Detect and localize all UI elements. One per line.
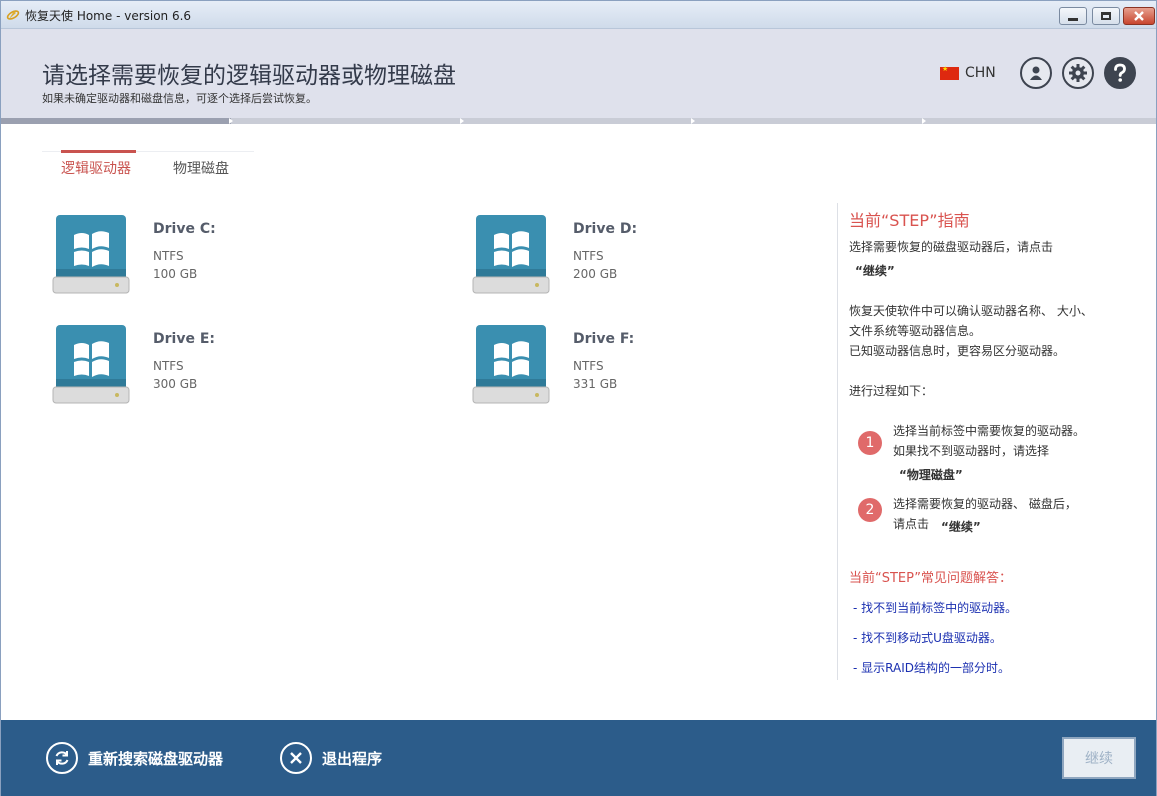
guide-intro-bold: “继续” xyxy=(855,264,895,278)
settings-button[interactable] xyxy=(1062,57,1094,89)
title-bar: 恢复天使 Home - version 6.6 xyxy=(1,1,1156,29)
faq-title: 当前“STEP”常见问题解答： xyxy=(849,571,1012,586)
user-icon xyxy=(1030,66,1042,80)
close-circle-icon xyxy=(280,742,312,774)
drive-item-f[interactable]: Drive F: NTFS 331 GB xyxy=(472,325,832,415)
guide-intro: 选择需要恢复的磁盘驱动器后，请点击 xyxy=(849,240,1054,254)
step1-bold: “物理磁盘” xyxy=(899,468,963,482)
drive-size: 300 GB xyxy=(153,377,198,391)
windows-drive-icon xyxy=(472,215,550,294)
step-progress-done xyxy=(1,118,231,124)
tab-logical-drives[interactable]: 逻辑驱动器 xyxy=(61,150,136,178)
faq-link[interactable]: - 找不到当前标签中的驱动器。 xyxy=(853,599,1017,616)
help-button[interactable] xyxy=(1104,57,1136,89)
drive-item-d[interactable]: Drive D: NTFS 200 GB xyxy=(472,215,832,305)
drive-name: Drive F: xyxy=(573,331,635,347)
tab-bar: 逻辑驱动器 物理磁盘 xyxy=(42,150,254,183)
drive-filesystem: NTFS xyxy=(573,249,604,263)
step1-line: 选择当前标签中需要恢复的驱动器。 xyxy=(893,424,1086,438)
exit-button[interactable]: 退出程序 xyxy=(280,741,382,775)
step-separator xyxy=(691,118,695,124)
drive-item-c[interactable]: Drive C: NTFS 100 GB xyxy=(52,215,412,305)
maximize-button[interactable] xyxy=(1092,7,1120,25)
windows-drive-icon xyxy=(52,215,130,294)
step-separator xyxy=(229,118,233,124)
page-subtitle: 如果未确定驱动器和磁盘信息，可逐个选择后尝试恢复。 xyxy=(42,92,317,105)
drive-filesystem: NTFS xyxy=(573,359,604,373)
app-icon xyxy=(6,10,20,20)
header: 请选择需要恢复的逻辑驱动器或物理磁盘 如果未确定驱动器和磁盘信息，可逐个选择后尝… xyxy=(1,29,1156,118)
language-label: CHN xyxy=(965,65,996,81)
app-window: 恢复天使 Home - version 6.6 请选择需要恢复的逻辑驱动器或物理… xyxy=(0,0,1157,796)
close-icon xyxy=(1134,11,1144,21)
guide-process-label: 进行过程如下： xyxy=(849,384,934,398)
rescan-label: 重新搜索磁盘驱动器 xyxy=(88,749,224,768)
faq-link[interactable]: - 找不到移动式U盘驱动器。 xyxy=(853,629,1002,646)
step1-line: 如果找不到驱动器时，请选择 xyxy=(893,444,1050,458)
drive-filesystem: NTFS xyxy=(153,359,184,373)
faq-link[interactable]: - 显示RAID结构的一部分时。 xyxy=(853,659,1010,676)
tab-physical-disks[interactable]: 物理磁盘 xyxy=(173,158,229,178)
refresh-icon xyxy=(46,742,78,774)
continue-button[interactable]: 继续 xyxy=(1062,737,1136,779)
step-number-badge: 2 xyxy=(858,498,882,522)
guide-paragraph-line: 已知驱动器信息时，更容易区分驱动器。 xyxy=(849,344,1066,358)
guide-paragraph-line: 文件系统等驱动器信息。 xyxy=(849,324,982,338)
user-button[interactable] xyxy=(1020,57,1052,89)
drive-size: 200 GB xyxy=(573,267,618,281)
guide-title: 当前“STEP”指南 xyxy=(849,211,970,230)
language-selector[interactable]: CHN xyxy=(940,65,996,81)
step-separator xyxy=(922,118,926,124)
drive-name: Drive C: xyxy=(153,221,216,237)
step2-line: 选择需要恢复的驱动器、 磁盘后， xyxy=(893,497,1077,511)
exit-label: 退出程序 xyxy=(322,749,383,768)
footer-bar: 重新搜索磁盘驱动器 退出程序 继续 xyxy=(1,720,1156,796)
drive-name: Drive D: xyxy=(573,221,638,237)
drive-item-e[interactable]: Drive E: NTFS 300 GB xyxy=(52,325,412,415)
windows-drive-icon xyxy=(52,325,130,404)
page-title: 请选择需要恢复的逻辑驱动器或物理磁盘 xyxy=(42,63,456,89)
step-guide-panel: 当前“STEP”指南 选择需要恢复的磁盘驱动器后，请点击 “继续” 恢复天使软件… xyxy=(837,203,1137,680)
drive-size: 100 GB xyxy=(153,267,198,281)
rescan-button[interactable]: 重新搜索磁盘驱动器 xyxy=(46,741,223,775)
step2-bold: “继续” xyxy=(941,520,981,534)
minimize-button[interactable] xyxy=(1059,7,1087,25)
windows-drive-icon xyxy=(472,325,550,404)
step-progress-bar xyxy=(1,118,1156,124)
step-number-badge: 1 xyxy=(858,431,882,455)
gear-icon xyxy=(1069,64,1087,82)
drive-filesystem: NTFS xyxy=(153,249,184,263)
drive-size: 331 GB xyxy=(573,377,618,391)
step-separator xyxy=(460,118,464,124)
close-button[interactable] xyxy=(1123,7,1155,25)
drive-name: Drive E: xyxy=(153,331,215,347)
china-flag-icon xyxy=(940,65,959,80)
step2-line: 请点击 xyxy=(893,517,930,531)
help-icon xyxy=(1114,63,1126,82)
guide-paragraph-line: 恢复天使软件中可以确认驱动器名称、 大小、 xyxy=(849,304,1093,318)
window-title: 恢复天使 Home - version 6.6 xyxy=(25,9,192,23)
